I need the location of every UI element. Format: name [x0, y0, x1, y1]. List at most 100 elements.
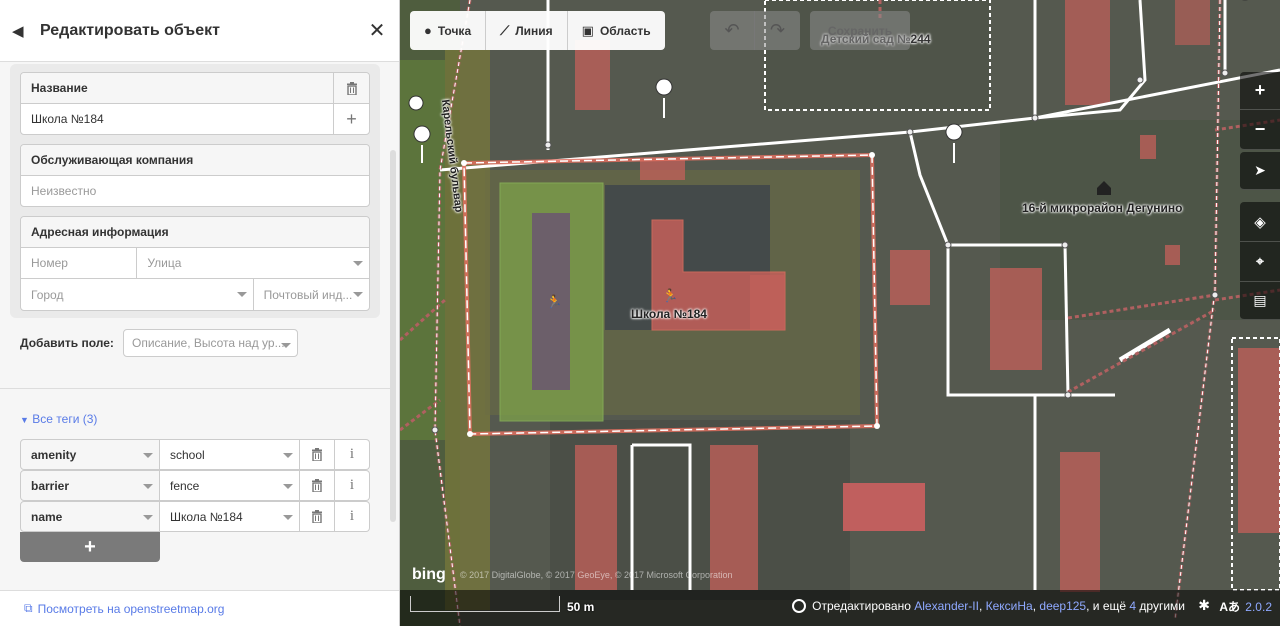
chevron-down-icon	[283, 515, 293, 520]
map-canvas[interactable]: 🏃 🏃 Школа №184 16-й микрорайон Дегунино …	[400, 0, 1280, 626]
language-button[interactable]: Aあ	[1219, 598, 1240, 615]
undo-redo-group: ↶ ↷	[710, 11, 800, 50]
scale-label: 50 m	[567, 600, 595, 614]
help-icon: ▤	[1253, 292, 1267, 308]
svg-text:🏃: 🏃	[662, 288, 678, 303]
info-icon: i	[349, 477, 355, 493]
tag-info-button[interactable]: i	[335, 470, 370, 501]
contributors-info: Отредактировано Alexander-II, КексиНа, d…	[792, 599, 1185, 613]
add-localized-name-button[interactable]: +	[333, 104, 369, 134]
school-map-label: Школа №184	[631, 307, 707, 321]
address-street-input[interactable]: Улица	[137, 248, 369, 278]
geolocate-button[interactable]: ➤	[1240, 152, 1280, 190]
tag-key-input[interactable]: name	[20, 501, 160, 532]
plus-icon: +	[84, 535, 96, 558]
zoom-out-button[interactable]: −	[1240, 110, 1280, 150]
scale-bar[interactable]	[410, 596, 560, 612]
all-tags-toggle[interactable]: ▼ Все теги (3)	[20, 412, 97, 426]
add-point-button[interactable]: ● Точка	[410, 11, 487, 50]
zoom-in-button[interactable]: +	[1240, 72, 1280, 110]
view-on-osm-link[interactable]: ⧉ Посмотреть на openstreetmap.org	[0, 590, 399, 626]
editor-link[interactable]: Alexander-II	[914, 599, 979, 613]
add-field-row: Добавить поле: Описание, Высота над ур..…	[20, 329, 298, 357]
chevron-down-icon	[353, 292, 363, 297]
tag-info-button[interactable]: i	[335, 439, 370, 470]
operator-input[interactable]: Неизвестно	[21, 176, 369, 206]
sidebar-header: ◀ Редактировать объект ✕	[0, 0, 399, 62]
add-field-input[interactable]: Описание, Высота над ур...	[123, 329, 298, 357]
bing-logo: bing	[412, 566, 446, 583]
back-icon[interactable]: ◀	[12, 22, 40, 40]
delete-tag-button[interactable]	[300, 439, 335, 470]
close-icon[interactable]: ✕	[367, 18, 387, 43]
tag-info-button[interactable]: i	[335, 501, 370, 532]
imagery-attribution[interactable]: © 2017 DigitalGlobe, © 2017 GeoEye, © 20…	[460, 570, 733, 580]
chevron-down-icon	[143, 484, 153, 489]
triangle-down-icon: ▼	[20, 415, 29, 425]
info-icon: i	[349, 446, 355, 462]
tag-row: name Школа №184 i	[20, 501, 370, 532]
address-city-input[interactable]: Город	[21, 279, 254, 310]
map-imagery: 🏃 🏃	[400, 0, 1280, 626]
address-number-input[interactable]: Номер	[21, 248, 138, 278]
save-button[interactable]: Сохранить	[810, 11, 910, 50]
name-field: Название Школа №184 +	[20, 72, 370, 135]
name-field-label: Название	[31, 81, 88, 95]
address-postcode-input[interactable]: Почтовый инд...	[254, 279, 369, 310]
operator-field: Обслуживающая компания Неизвестно	[20, 144, 370, 207]
trash-icon	[312, 479, 322, 492]
add-area-button[interactable]: ▣ Область	[567, 11, 665, 50]
tag-row: barrier fence i	[20, 470, 370, 501]
district-map-label: 16-й микрорайон Дегунино	[1022, 201, 1183, 215]
tag-key-input[interactable]: barrier	[20, 470, 160, 501]
address-field: Адресная информация Номер Улица Город По…	[20, 216, 370, 311]
version-link[interactable]: 2.0.2	[1245, 600, 1272, 614]
preset-fields: Название Школа №184 + Обслуживающая комп…	[10, 64, 380, 318]
chevron-down-icon	[353, 261, 363, 266]
delete-tag-button[interactable]	[300, 470, 335, 501]
map-data-icon: ⌖	[1256, 253, 1264, 269]
layers-icon: ◈	[1254, 213, 1266, 231]
trash-icon	[312, 448, 322, 461]
draw-toolbar: ● Точка ⟋ Линия ▣ Область	[410, 11, 665, 50]
editor-link[interactable]: deep125	[1039, 599, 1086, 613]
minus-icon: −	[1254, 119, 1266, 139]
chevron-down-icon	[283, 484, 293, 489]
redo-icon: ↷	[769, 20, 786, 40]
operator-field-label: Обслуживающая компания	[31, 153, 194, 167]
tag-value-input[interactable]: Школа №184	[160, 501, 300, 532]
external-link-icon: ⧉	[24, 601, 33, 615]
map-data-button[interactable]: ⌖	[1240, 242, 1280, 282]
tag-key-input[interactable]: amenity	[20, 439, 160, 470]
chevron-down-icon	[283, 453, 293, 458]
background-layers-button[interactable]: ◈	[1240, 202, 1280, 242]
add-line-button[interactable]: ⟋ Линия	[486, 11, 568, 50]
undo-button[interactable]: ↶	[710, 11, 755, 50]
area-icon: ▣	[581, 22, 594, 38]
sidebar-scrollbar[interactable]	[390, 150, 396, 522]
chevron-down-icon	[281, 343, 291, 348]
tag-value-input[interactable]: fence	[160, 470, 300, 501]
chevron-down-icon	[143, 453, 153, 458]
more-editors-link[interactable]: 4	[1129, 599, 1136, 613]
issues-button[interactable]: ▤	[1240, 282, 1280, 320]
delete-name-button[interactable]	[333, 73, 369, 103]
plus-icon: +	[346, 108, 357, 129]
editor-link[interactable]: КексиНа	[986, 599, 1033, 613]
name-input[interactable]: Школа №184 +	[21, 104, 369, 134]
add-tag-button[interactable]: +	[20, 532, 160, 562]
history-icon	[792, 599, 807, 613]
map-marker-icon: ●	[424, 23, 432, 38]
location-arrow-icon: ➤	[1254, 162, 1266, 178]
redo-button[interactable]: ↷	[755, 11, 800, 50]
bug-report-icon[interactable]: ✱	[1198, 597, 1210, 614]
tag-value-input[interactable]: school	[160, 439, 300, 470]
delete-tag-button[interactable]	[300, 501, 335, 532]
section-divider	[0, 388, 390, 389]
plus-icon: +	[1254, 80, 1266, 100]
trash-icon	[312, 510, 322, 523]
undo-icon: ↶	[724, 20, 740, 40]
address-field-label: Адресная информация	[31, 225, 169, 239]
info-icon: i	[349, 508, 355, 524]
chevron-down-icon	[236, 292, 247, 297]
